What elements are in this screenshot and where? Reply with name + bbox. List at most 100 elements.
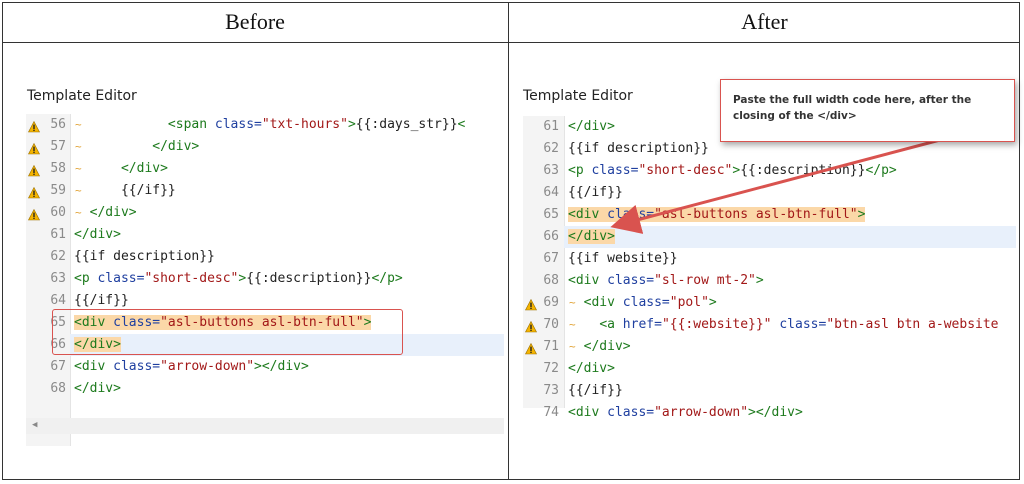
code-token: <div (568, 207, 608, 222)
code-token: {{/if}} (74, 293, 129, 308)
code-token: "sl-row mt-2" (654, 273, 756, 288)
code-token: <p (74, 271, 98, 286)
code-text: <div class="arrow-down"></div> (568, 402, 1014, 424)
code-token: ></div> (254, 359, 309, 374)
code-line[interactable]: 62 {{if description}} (26, 246, 504, 268)
code-token: > (755, 273, 764, 288)
code-line[interactable]: 65 <div class="asl-buttons asl-btn-full"> (523, 204, 1016, 226)
code-text: {{/if}} (568, 380, 1014, 402)
code-line[interactable]: 67 <div class="arrow-down"></div> (26, 356, 504, 378)
line-number: 65 (543, 207, 559, 222)
code-text: <div class="arrow-down"></div> (74, 356, 502, 378)
code-token: class= (607, 207, 655, 222)
code-token: "pol" (669, 295, 709, 310)
code-text: </div> (74, 136, 502, 158)
code-text: {{/if}} (74, 180, 502, 202)
code-line[interactable]: 64 {{/if}} (523, 182, 1016, 204)
code-text: </div> (568, 358, 1014, 380)
line-number: 61 (543, 119, 559, 134)
code-line[interactable]: 63 <p class="short-desc">{{:description}}… (26, 268, 504, 290)
line-number: 59 (50, 183, 66, 198)
code-token: <div (74, 359, 114, 374)
code-line[interactable]: ~69 <div class="pol"> (523, 292, 1016, 314)
code-line[interactable]: ~70 <a href="{{:website}}" class="btn-as… (523, 314, 1016, 336)
code-token: </div> (568, 361, 615, 376)
code-token: class= (97, 271, 145, 286)
code-token: <p (568, 163, 592, 178)
code-line[interactable]: 61 </div> (26, 224, 504, 246)
instruction-callout: Paste the full width code here, after th… (720, 79, 1015, 142)
code-line[interactable]: 74 <div class="arrow-down"></div> (523, 402, 1016, 424)
code-token: > (347, 117, 356, 132)
code-line[interactable]: 73 {{/if}} (523, 380, 1016, 402)
code-line[interactable]: 67 {{if website}} (523, 248, 1016, 270)
before-horizontal-scrollbar[interactable]: ◀ (26, 418, 504, 434)
after-code-editor[interactable]: 61 </div> 62 {{if description}} 63 <p class="… (523, 116, 1016, 420)
code-token: "short-desc" (638, 163, 733, 178)
code-token: class= (113, 359, 161, 374)
code-token: class= (214, 117, 262, 132)
code-line[interactable]: ~57 </div> (26, 136, 504, 158)
code-token: {{:description}} (740, 163, 866, 178)
before-code-editor[interactable]: ◀ ~56 <span class="txt-hours">{{:days_st… (26, 114, 504, 446)
code-token: </div> (568, 229, 615, 244)
code-text: <a href="{{:website}}" class="btn-asl bt… (568, 314, 1014, 336)
line-number: 62 (50, 249, 66, 264)
code-text: </div> (568, 226, 1014, 248)
code-line[interactable]: 68 </div> (26, 378, 504, 400)
line-number: 67 (50, 359, 66, 374)
code-token: href= (622, 317, 662, 332)
line-number: 72 (543, 361, 559, 376)
line-number: 64 (543, 185, 559, 200)
code-token: <div (583, 295, 623, 310)
line-number: 62 (543, 141, 559, 156)
code-token: "{{:website}}" (661, 317, 772, 332)
code-line[interactable]: ~59 {{/if}} (26, 180, 504, 202)
code-line[interactable]: 66 </div> (523, 226, 1016, 248)
code-token: > (857, 207, 866, 222)
code-token: {{if description}} (74, 249, 215, 264)
code-line[interactable]: ~58 </div> (26, 158, 504, 180)
scroll-left-icon[interactable]: ◀ (32, 420, 37, 430)
code-text: <div class="pol"> (568, 292, 1014, 314)
code-text: </div> (568, 336, 1014, 358)
code-line[interactable]: ~56 <span class="txt-hours">{{:days_str}… (26, 114, 504, 136)
line-number: 66 (543, 229, 559, 244)
code-token: class= (779, 317, 827, 332)
code-token: {{/if}} (568, 383, 623, 398)
code-token: {{if description}} (568, 141, 709, 156)
header-divider (2, 42, 1020, 43)
code-token: <a (599, 317, 623, 332)
code-line[interactable]: ~60 </div> (26, 202, 504, 224)
code-token: ></div> (748, 405, 803, 420)
column-divider (508, 2, 509, 480)
code-token: "txt-hours" (261, 117, 348, 132)
line-number: 67 (543, 251, 559, 266)
code-token: {{:days_str}} (355, 117, 458, 132)
code-text: <div class="sl-row mt-2"> (568, 270, 1014, 292)
code-text: <div class="asl-buttons asl-btn-full"> (568, 204, 1014, 226)
line-number: 68 (543, 273, 559, 288)
code-token: </p> (371, 271, 403, 286)
code-text: {{if description}} (74, 246, 502, 268)
code-text: <p class="short-desc">{{:description}}</… (568, 160, 1014, 182)
code-line[interactable]: 68 <div class="sl-row mt-2"> (523, 270, 1016, 292)
code-text: </div> (74, 378, 502, 400)
line-number: 70 (543, 317, 559, 332)
code-line[interactable]: 72 </div> (523, 358, 1016, 380)
code-token: {{/if}} (74, 183, 176, 198)
code-token: </div> (568, 119, 615, 134)
code-token: {{:description}} (246, 271, 372, 286)
code-token: <div (568, 405, 608, 420)
code-text: {{/if}} (568, 182, 1014, 204)
line-number: 61 (50, 227, 66, 242)
code-line[interactable]: ~71 </div> (523, 336, 1016, 358)
code-line[interactable]: 63 <p class="short-desc">{{:description}}… (523, 160, 1016, 182)
code-text: <p class="short-desc">{{:description}}</… (74, 268, 502, 290)
